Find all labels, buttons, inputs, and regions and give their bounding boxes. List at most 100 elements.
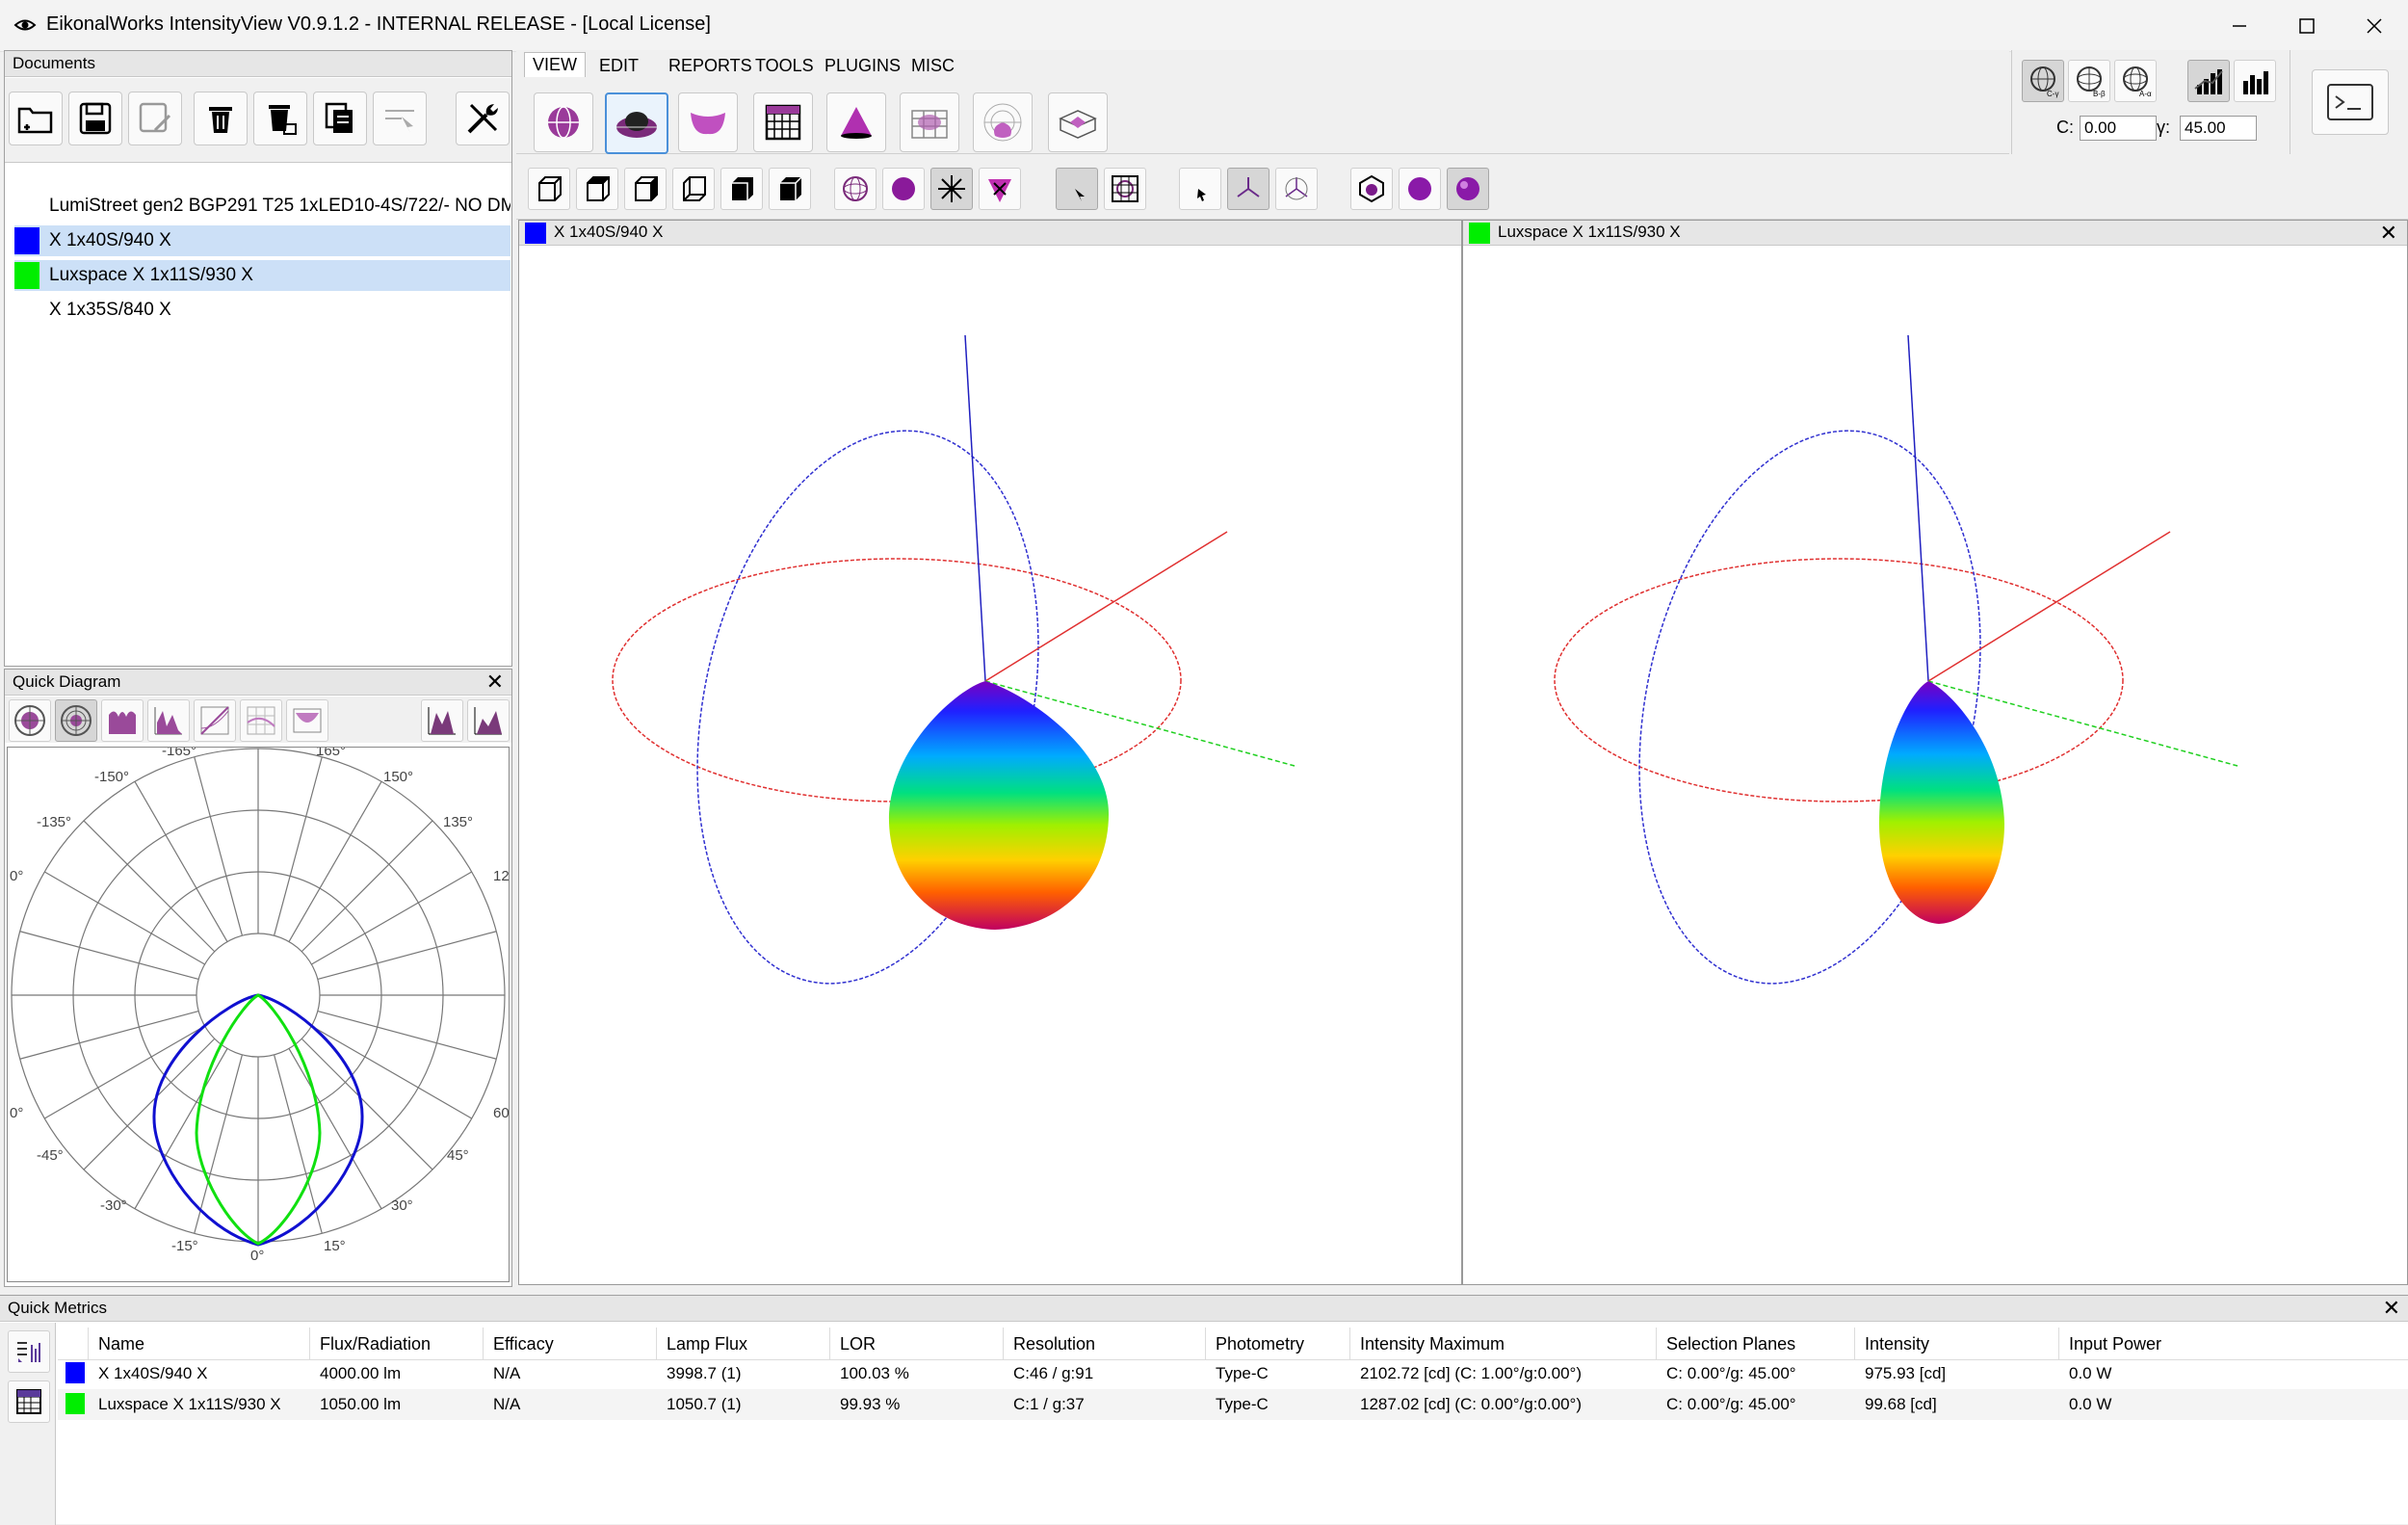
intensity-chart-2-button[interactable] bbox=[2234, 60, 2276, 102]
save-as-button[interactable] bbox=[128, 92, 182, 145]
menu-reports[interactable]: REPORTS bbox=[668, 56, 752, 76]
solid-sphere-button[interactable] bbox=[882, 168, 925, 210]
cone-view-button[interactable] bbox=[826, 92, 886, 152]
save-button[interactable] bbox=[68, 92, 122, 145]
column-header-intensity-maximum[interactable]: Intensity Maximum bbox=[1350, 1328, 1657, 1360]
close-window-button[interactable] bbox=[2341, 0, 2408, 52]
room-view-button[interactable] bbox=[1048, 92, 1108, 152]
bar-chart-button[interactable] bbox=[101, 699, 144, 742]
trash-all-icon bbox=[269, 105, 297, 135]
cell-lor: 99.93 % bbox=[840, 1395, 901, 1413]
view-side-button[interactable] bbox=[624, 168, 667, 210]
close-quick-metrics-button[interactable]: ✕ bbox=[2383, 1296, 2400, 1321]
row-color-swatch bbox=[65, 1393, 85, 1414]
isolux-grid-icon bbox=[911, 110, 948, 139]
document-item[interactable]: Luxspace X 1x11S/930 X bbox=[14, 260, 510, 291]
gamma-angle-input[interactable] bbox=[2180, 116, 2257, 141]
column-header-selection-planes[interactable]: Selection Planes bbox=[1657, 1328, 1855, 1360]
close-quick-diagram-button[interactable]: ✕ bbox=[486, 670, 504, 695]
polar-spoke bbox=[273, 1054, 323, 1234]
column-header-name[interactable]: Name bbox=[89, 1328, 310, 1360]
view-iso-button[interactable] bbox=[769, 168, 811, 210]
intensity-chart-button[interactable] bbox=[2187, 60, 2230, 102]
viewport-1-swatch bbox=[525, 223, 546, 244]
delete-all-button[interactable] bbox=[253, 92, 307, 145]
angle-label: -135° bbox=[37, 814, 71, 830]
body-lit-button[interactable] bbox=[1447, 168, 1489, 210]
column-header-input-power[interactable]: Input Power bbox=[2059, 1328, 2408, 1360]
pointer-mode-button[interactable] bbox=[1056, 168, 1098, 210]
metrics-list-view-button[interactable] bbox=[8, 1330, 50, 1373]
column-header-flux[interactable]: Flux/Radiation bbox=[310, 1328, 484, 1360]
menu-edit[interactable]: EDIT bbox=[599, 56, 639, 76]
table-view-button[interactable] bbox=[753, 92, 813, 152]
quick-diagram-header: Quick Diagram ✕ bbox=[5, 670, 511, 696]
angle-label: 150° bbox=[383, 769, 413, 785]
cell-name: Luxspace X 1x11S/930 X bbox=[98, 1395, 281, 1413]
view-back-button[interactable] bbox=[672, 168, 715, 210]
select-tool-button[interactable] bbox=[373, 92, 427, 145]
column-header-lamp-flux[interactable]: Lamp Flux bbox=[657, 1328, 830, 1360]
column-header-intensity[interactable]: Intensity bbox=[1855, 1328, 2059, 1360]
luminous-body-button[interactable] bbox=[678, 92, 738, 152]
angle-label: 60 bbox=[493, 1105, 510, 1121]
delete-button[interactable] bbox=[194, 92, 248, 145]
view-top-button[interactable] bbox=[576, 168, 618, 210]
metrics-table-view-button[interactable] bbox=[8, 1380, 50, 1423]
c-angle-input[interactable] bbox=[2080, 116, 2157, 141]
tools-button[interactable] bbox=[456, 92, 510, 145]
line-chart-button[interactable] bbox=[194, 699, 236, 742]
angle-label: -150° bbox=[94, 769, 129, 785]
view-front-button[interactable] bbox=[528, 168, 570, 210]
column-header-efficacy[interactable]: Efficacy bbox=[484, 1328, 657, 1360]
grid-chart-button[interactable] bbox=[240, 699, 282, 742]
document-item[interactable]: X 1x35S/840 X bbox=[14, 295, 510, 326]
maximize-button[interactable] bbox=[2273, 0, 2341, 52]
menu-misc[interactable]: MISC bbox=[911, 56, 955, 76]
axes-circle-button[interactable] bbox=[1275, 168, 1318, 210]
polar-diagram-button[interactable] bbox=[9, 699, 51, 742]
axes-button[interactable] bbox=[1227, 168, 1269, 210]
close-viewport-2-button[interactable]: ✕ bbox=[2380, 221, 2397, 246]
chart-options-button[interactable] bbox=[467, 699, 510, 742]
angle-label: 0° bbox=[10, 868, 23, 884]
coordinate-group: C-γ B-β A-α C: γ: bbox=[2011, 50, 2290, 154]
polar-plot-button[interactable] bbox=[973, 92, 1033, 152]
3d-solid-view-button[interactable] bbox=[605, 92, 668, 154]
mesh-sphere-button[interactable] bbox=[834, 168, 877, 210]
polar-diagram-2-button[interactable] bbox=[55, 699, 97, 742]
copy-button[interactable] bbox=[313, 92, 367, 145]
column-header-lor[interactable]: LOR bbox=[830, 1328, 1004, 1360]
open-folder-button[interactable] bbox=[9, 92, 63, 145]
table-chart-button[interactable] bbox=[286, 699, 328, 742]
column-header-resolution[interactable]: Resolution bbox=[1004, 1328, 1206, 1360]
shield-lobe-button[interactable] bbox=[979, 168, 1021, 210]
console-button[interactable] bbox=[2312, 69, 2389, 135]
globe-c-gamma-icon: C-γ bbox=[2030, 66, 2058, 98]
rays-button[interactable] bbox=[930, 168, 973, 210]
a-alpha-system-button[interactable]: A-α bbox=[2114, 60, 2157, 102]
b-beta-system-button[interactable]: B-β bbox=[2068, 60, 2110, 102]
menu-tools[interactable]: TOOLS bbox=[755, 56, 814, 76]
cube-front-icon bbox=[538, 176, 562, 201]
wireframe-body-button[interactable] bbox=[1350, 168, 1393, 210]
c-gamma-system-button[interactable]: C-γ bbox=[2022, 60, 2064, 102]
select-mode-button[interactable] bbox=[1179, 168, 1221, 210]
cube-iso-icon bbox=[780, 176, 802, 200]
isolux-grid-button[interactable] bbox=[900, 92, 959, 152]
document-item[interactable]: LumiStreet gen2 BGP291 T25 1xLED10-4S/72… bbox=[14, 191, 510, 222]
document-item[interactable]: X 1x40S/940 X bbox=[14, 225, 510, 256]
viewport-1[interactable]: X 1x40S/940 X bbox=[518, 220, 1462, 1285]
menu-plugins[interactable]: PLUGINS bbox=[824, 56, 901, 76]
menu-view[interactable]: VIEW bbox=[524, 52, 587, 77]
3d-sphere-view-button[interactable] bbox=[534, 92, 593, 152]
body-shaded-button[interactable] bbox=[1399, 168, 1441, 210]
compare-chart-button[interactable] bbox=[421, 699, 463, 742]
histogram-button[interactable] bbox=[147, 699, 190, 742]
column-header-photometry[interactable]: Photometry bbox=[1206, 1328, 1350, 1360]
documents-panel: Documents LumiStreet gen2 BGP291 T25 1xL… bbox=[4, 50, 512, 667]
minimize-button[interactable] bbox=[2206, 0, 2273, 52]
view-bottom-button[interactable] bbox=[720, 168, 763, 210]
viewport-2[interactable]: Luxspace X 1x11S/930 X ✕ bbox=[1462, 220, 2408, 1285]
grid-overlay-button[interactable] bbox=[1104, 168, 1146, 210]
